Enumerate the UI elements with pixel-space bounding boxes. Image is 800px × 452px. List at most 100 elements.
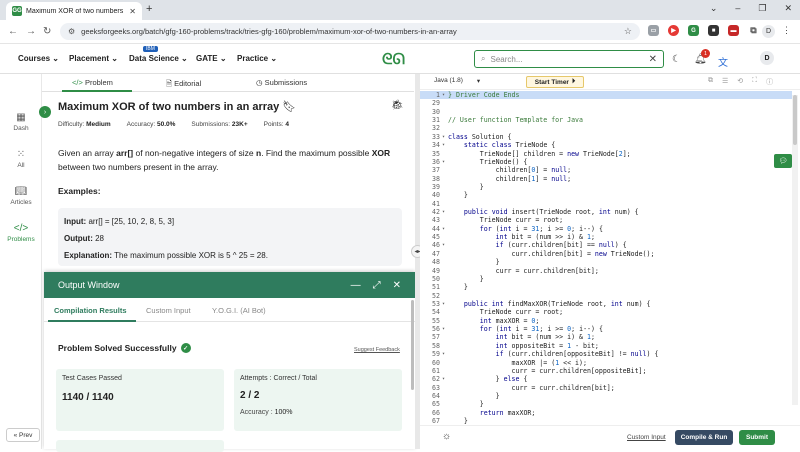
code-line[interactable]: 30 (420, 108, 792, 116)
custom-input-link[interactable]: Custom Input (627, 434, 666, 441)
code-line[interactable]: 54 TrieNode curr = root; (420, 308, 792, 316)
code-line[interactable]: 38 children[1] = null; (420, 175, 792, 183)
tab-editorial[interactable]: 🗎︎ Editorial (166, 78, 201, 91)
start-timer-button[interactable]: Start Timer ⏵ (526, 76, 584, 88)
nav-data-science[interactable]: Data Science ⌄ (129, 54, 188, 63)
nav-practice[interactable]: Practice ⌄ (237, 54, 277, 63)
code-line[interactable]: 37 children[0] = null; (420, 166, 792, 174)
site-settings-icon[interactable]: ⚙ (68, 27, 75, 36)
back-icon[interactable]: ← (8, 26, 18, 37)
site-search-box[interactable]: ⌕ Search... ✕ (474, 50, 664, 68)
code-line[interactable]: 32 (420, 124, 792, 132)
code-line[interactable]: 42 ▾ public void insert(TrieNode root, in… (420, 208, 792, 216)
code-line[interactable]: 47 curr.children[bit] = new TrieNode(); (420, 250, 792, 258)
code-line[interactable]: 45 int bit = (num >> i) & 1; (420, 233, 792, 241)
bookmark-star-icon[interactable]: ☆ (624, 26, 632, 37)
tab-compilation-results[interactable]: Compilation Results (54, 306, 127, 315)
sidebar-item-dash[interactable]: ▦ Dash (0, 112, 42, 132)
dark-mode-icon[interactable]: ☾ (672, 54, 681, 65)
close-tab-icon[interactable]: ✕ (129, 7, 136, 16)
code-line[interactable]: 55 int maxXOR = 0; (420, 317, 792, 325)
code-line[interactable]: 67 } (420, 417, 792, 425)
copy-icon[interactable]: ⧉ (708, 77, 713, 87)
code-line[interactable]: 31 // User function Template for Java (420, 116, 792, 124)
url-bar[interactable]: ⚙ geeksforgeeks.org/batch/gfg-160-proble… (60, 23, 640, 40)
report-bug-icon[interactable]: 🐞︎ (391, 100, 404, 111)
collapse-sidebar-chevron-icon[interactable]: › (39, 106, 51, 118)
code-line[interactable]: 35 TrieNode[] children = new TrieNode[2]… (420, 150, 792, 158)
code-line[interactable]: 59 ▾ if (curr.children[oppositeBit] != nu… (420, 350, 792, 358)
info-icon[interactable]: ⓘ (766, 77, 773, 87)
translate-icon[interactable]: 文 (718, 54, 728, 69)
theme-toggle-sun-icon[interactable]: ☼ (442, 431, 451, 442)
code-line[interactable]: 49 curr = curr.children[bit]; (420, 267, 792, 275)
restore-icon[interactable]: ❐ (758, 3, 766, 14)
youtube-extension-icon[interactable]: ▶ (668, 25, 679, 36)
code-line[interactable]: 56 ▾ for (int i = 31; i >= 0; i--) { (420, 325, 792, 333)
prev-button[interactable]: « Prev (6, 428, 40, 442)
code-line[interactable]: 39 } (420, 183, 792, 191)
code-line[interactable]: 43 TrieNode curr = root; (420, 216, 792, 224)
bookmark-icon[interactable]: 🔖︎ (282, 101, 296, 113)
minimize-icon[interactable]: – (735, 3, 740, 14)
sidebar-item-articles[interactable]: 📖︎ Articles (0, 186, 42, 206)
code-line[interactable]: 40 } (420, 191, 792, 199)
gfg-logo[interactable]: ᘓᘏ (382, 50, 405, 68)
code-line[interactable]: 53 ▾ public int findMaxXOR(TrieNode root,… (420, 300, 792, 308)
settings-icon[interactable]: ☰ (722, 77, 728, 87)
browser-menu-icon[interactable]: ⋮ (782, 25, 791, 36)
close-panel-icon[interactable]: ✕ (393, 280, 401, 291)
code-line[interactable]: 65 } (420, 400, 792, 408)
submit-button[interactable]: Submit (739, 430, 775, 445)
sidebar-item-all[interactable]: ⁙ All (0, 149, 42, 169)
code-line[interactable]: 61 curr = curr.children[oppositeBit]; (420, 367, 792, 375)
code-editor[interactable]: 1 ▾} Driver Code Ends 29 30 31 // User functi… (420, 91, 792, 425)
code-line[interactable]: 48 } (420, 258, 792, 266)
code-line[interactable]: 33 ▾ class Solution { (420, 133, 792, 141)
red-extension-icon[interactable]: ▬ (728, 25, 739, 36)
reset-icon[interactable]: ⟲ (737, 77, 743, 87)
extensions-puzzle-icon[interactable]: ⧉ (748, 25, 759, 36)
code-line[interactable]: 1 ▾} Driver Code Ends (420, 91, 792, 100)
output-scrollbar[interactable] (411, 300, 414, 390)
code-line[interactable]: 64 } (420, 392, 792, 400)
tab-custom-input[interactable]: Custom Input (146, 306, 191, 315)
chevron-down-icon[interactable]: ⌄ (710, 3, 718, 14)
chat-icon[interactable]: 💬︎ (774, 154, 792, 168)
code-line[interactable]: 52 (420, 292, 792, 300)
tab-submissions[interactable]: ◷ Submissions (256, 78, 307, 87)
code-line[interactable]: 50 } (420, 275, 792, 283)
reload-icon[interactable]: ↻ (43, 26, 51, 37)
nav-gate[interactable]: GATE ⌄ (196, 54, 227, 63)
browser-profile-avatar[interactable]: D (762, 25, 775, 38)
expand-panel-icon[interactable]: ⤢ (373, 280, 381, 291)
sidebar-item-problems[interactable]: </> Problems (0, 223, 42, 243)
code-line[interactable]: 62 ▾ } else { (420, 375, 792, 383)
compile-run-button[interactable]: Compile & Run (675, 430, 733, 445)
new-tab-icon[interactable]: + (146, 3, 152, 15)
language-select[interactable]: Java (1.8) ▾ (434, 77, 480, 85)
code-line[interactable]: 36 ▾ TrieNode() { (420, 158, 792, 166)
nav-placement[interactable]: Placement ⌄ (69, 54, 118, 63)
suggest-feedback-link[interactable]: Suggest Feedback (354, 347, 400, 353)
forward-icon[interactable]: → (26, 26, 36, 37)
code-line[interactable]: 29 (420, 99, 792, 107)
code-line[interactable]: 44 ▾ for (int i = 31; i >= 0; i--) { (420, 225, 792, 233)
close-window-icon[interactable]: ✕ (784, 3, 792, 14)
code-line[interactable]: 34 ▾ static class TrieNode { (420, 141, 792, 149)
cast-icon[interactable]: ▭ (648, 25, 659, 36)
browser-tab[interactable]: GG Maximum XOR of two numbers in an arra… (6, 2, 142, 20)
code-line[interactable]: 41 (420, 200, 792, 208)
code-line[interactable]: 46 ▾ if (curr.children[bit] == null) { (420, 241, 792, 249)
code-line[interactable]: 57 int bit = (num >> i) & 1; (420, 333, 792, 341)
nav-courses[interactable]: Courses ⌄ (18, 54, 59, 63)
tab-problem[interactable]: </> Problem (72, 78, 113, 87)
code-line[interactable]: 60 maxXOR |= (1 << i); (420, 359, 792, 367)
code-line[interactable]: 51 } (420, 283, 792, 291)
tab-yogi-ai-bot[interactable]: Y.O.G.I. (AI Bot) (212, 306, 266, 315)
dark-extension-icon[interactable]: ■ (708, 25, 719, 36)
code-line[interactable]: 63 curr = curr.children[bit]; (420, 384, 792, 392)
minimize-panel-icon[interactable]: — (351, 280, 361, 291)
gfg-extension-icon[interactable]: G (688, 25, 699, 36)
code-line[interactable]: 66 return maxXOR; (420, 409, 792, 417)
